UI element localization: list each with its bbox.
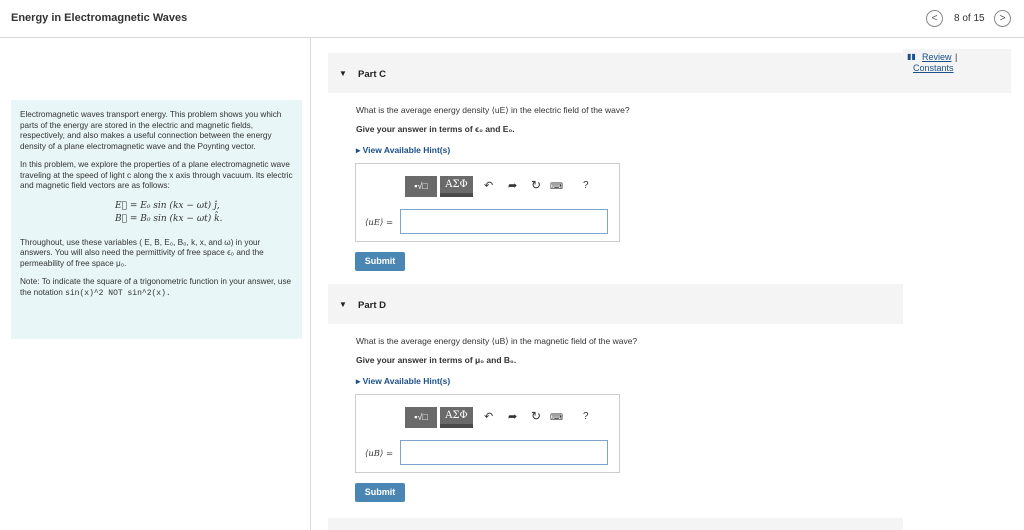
part-c-question: What is the average energy density ⟨uE⟩ …: [356, 105, 630, 115]
templates-button[interactable]: ▪√□: [405, 176, 437, 197]
undo-icon[interactable]: ↶: [484, 410, 493, 423]
intro-paragraph-2: In this problem, we explore the properti…: [20, 160, 293, 190]
part-d-hint-link[interactable]: ▸ View Available Hint(s): [356, 376, 450, 387]
hint-label: View Available Hint(s): [362, 145, 451, 155]
part-c-math-editor: ▪√□ ΑΣΦ ↶ ➦ ↻ ⌨ ? ⟨uE⟩ =: [355, 163, 620, 242]
electric-field-equation: E⃗ = E₀ sin (kx − ωt) ĵ,: [115, 200, 220, 211]
keyboard-icon[interactable]: ⌨: [550, 181, 563, 192]
intro-paragraph-3: Throughout, use these variables ( E, B, …: [20, 237, 264, 268]
chevron-left-icon[interactable]: <: [926, 10, 943, 27]
intro-paragraph-1: Electromagnetic waves transport energy. …: [20, 110, 282, 151]
review-separator: |: [955, 52, 958, 62]
review-link[interactable]: Review: [922, 52, 952, 62]
caret-down-icon[interactable]: ▼: [339, 69, 347, 78]
column-divider: [310, 38, 311, 530]
help-button[interactable]: ?: [583, 411, 589, 422]
caret-right-icon: ▸: [356, 376, 363, 386]
greek-symbols-button[interactable]: ΑΣΦ: [440, 176, 473, 197]
part-c-hint-link[interactable]: ▸ View Available Hint(s): [356, 145, 450, 156]
chevron-right-icon[interactable]: >: [994, 10, 1011, 27]
part-d-answer-input[interactable]: [400, 440, 608, 465]
field-equations: E⃗ = E₀ sin (kx − ωt) ĵ, B⃗ = B₀ sin (kx…: [20, 200, 293, 226]
caret-down-icon[interactable]: ▼: [339, 300, 347, 309]
caret-right-icon: ▸: [356, 145, 363, 155]
intro-note: Note: To indicate the square of a trigon…: [20, 277, 293, 299]
note-code: sin(x)^2 NOT sin^2(x).: [65, 288, 171, 298]
templates-button[interactable]: ▪√□: [405, 407, 437, 428]
part-d-question: What is the average energy density ⟨uB⟩ …: [356, 336, 638, 346]
page-counter: 8 of 15: [954, 13, 985, 24]
magnetic-field-equation: B⃗ = B₀ sin (kx − ωt) k̂.: [115, 213, 223, 224]
greek-symbols-button[interactable]: ΑΣΦ: [440, 407, 473, 428]
part-d-input-label: ⟨uB⟩ =: [365, 449, 394, 459]
part-c-title: Part C: [358, 69, 386, 80]
reset-icon[interactable]: ↻: [531, 409, 541, 423]
undo-icon[interactable]: ↶: [484, 179, 493, 192]
part-c-input-label: ⟨uE⟩ =: [365, 218, 394, 228]
review-constants-box: ▮▮ Review | Constants: [903, 49, 1011, 93]
part-c-submit-button[interactable]: Submit: [355, 252, 405, 271]
next-part-header[interactable]: [328, 518, 903, 530]
redo-icon[interactable]: ➦: [508, 179, 517, 192]
book-icon: ▮▮: [907, 52, 916, 61]
help-button[interactable]: ?: [583, 180, 589, 191]
part-d-instruction: Give your answer in terms of μ₀ and B₀.: [356, 355, 517, 365]
redo-icon[interactable]: ➦: [508, 410, 517, 423]
problem-intro-panel: Electromagnetic waves transport energy. …: [11, 100, 302, 339]
part-d-math-editor: ▪√□ ΑΣΦ ↶ ➦ ↻ ⌨ ? ⟨uB⟩ =: [355, 394, 620, 473]
part-c-header[interactable]: ▼ Part C: [328, 53, 903, 93]
part-d-title: Part D: [358, 300, 386, 311]
top-bar: Energy in Electromagnetic Waves < 8 of 1…: [0, 0, 1024, 38]
part-d-submit-button[interactable]: Submit: [355, 483, 405, 502]
hint-label: View Available Hint(s): [362, 376, 451, 386]
part-c-instruction: Give your answer in terms of ϵ₀ and E₀.: [356, 124, 515, 134]
reset-icon[interactable]: ↻: [531, 178, 541, 192]
keyboard-icon[interactable]: ⌨: [550, 412, 563, 423]
assignment-title: Energy in Electromagnetic Waves: [11, 12, 188, 24]
part-c-answer-input[interactable]: [400, 209, 608, 234]
part-d-header[interactable]: ▼ Part D: [328, 284, 903, 324]
constants-link[interactable]: Constants: [913, 63, 954, 73]
